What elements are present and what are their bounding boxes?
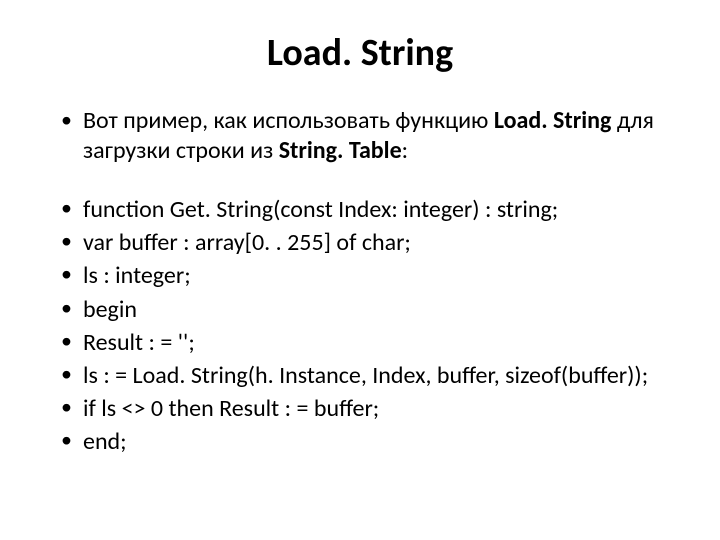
intro-prefix: Вот пример, как использовать функцию [83,106,494,135]
intro-list: Вот пример, как использовать функцию Loa… [55,106,665,166]
code-line: end; [55,426,665,457]
code-line: ls : = Load. String(h. Instance, Index, … [55,360,665,391]
code-line: var buffer : array[0. . 255] of char; [55,227,665,258]
intro-bold-1: Load. String [494,106,612,135]
code-line: begin [55,294,665,325]
code-list: function Get. String(const Index: intege… [55,194,665,458]
intro-suffix: : [402,136,408,165]
code-line: if ls <> 0 then Result : = buffer; [55,393,665,424]
page-title: Load. String [55,30,665,76]
intro-bold-2: String. Table [279,136,402,165]
code-line: Result : = ''; [55,327,665,358]
intro-item: Вот пример, как использовать функцию Loa… [55,106,665,166]
code-line: function Get. String(const Index: intege… [55,194,665,225]
code-line: ls : integer; [55,260,665,291]
